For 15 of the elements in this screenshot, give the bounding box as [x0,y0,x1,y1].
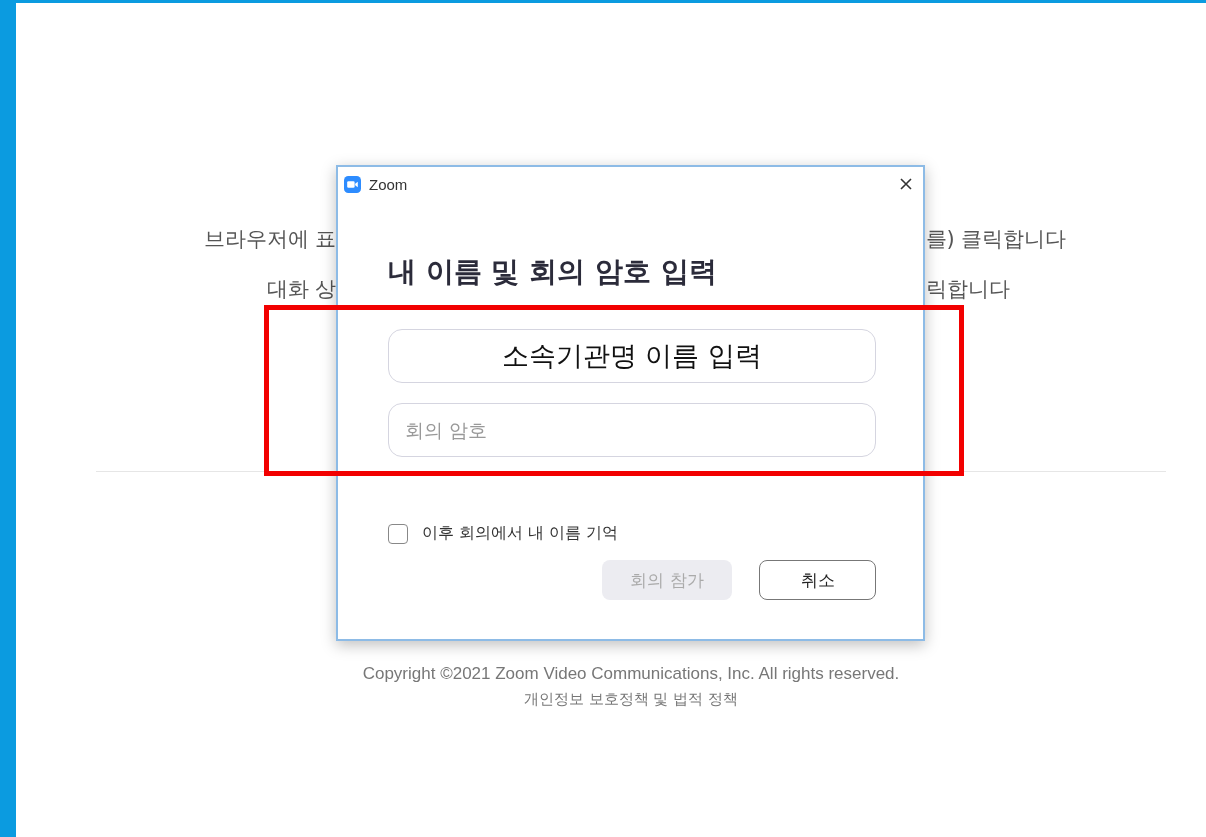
dialog-heading: 내 이름 및 회의 암호 입력 [388,254,718,290]
checkbox[interactable] [388,523,408,544]
copyright-text: Copyright ©2021 Zoom Video Communications, Inc. All rights reserved. [362,664,900,684]
policy-link[interactable]: 개인정보 보호정책 및 법적 정책 [523,690,739,709]
instruction-text: 대화 상 [266,276,337,303]
instruction-text: 브라우저에 표 [203,226,337,253]
window-title: Zoom [369,175,408,193]
instruction-text: 를) 클릭합니다 [925,226,1067,253]
camera-icon [344,175,361,193]
password-field[interactable]: 회의 암호 [388,403,876,457]
cancel-button[interactable]: 취소 [759,560,876,600]
instruction-text: 릭합니다 [925,276,1010,303]
close-icon[interactable] [899,177,913,191]
checkbox-label: 이후 회의에서 내 이름 기억 [422,523,619,544]
name-field[interactable]: 소속기관명 이름 입력 [388,329,876,383]
